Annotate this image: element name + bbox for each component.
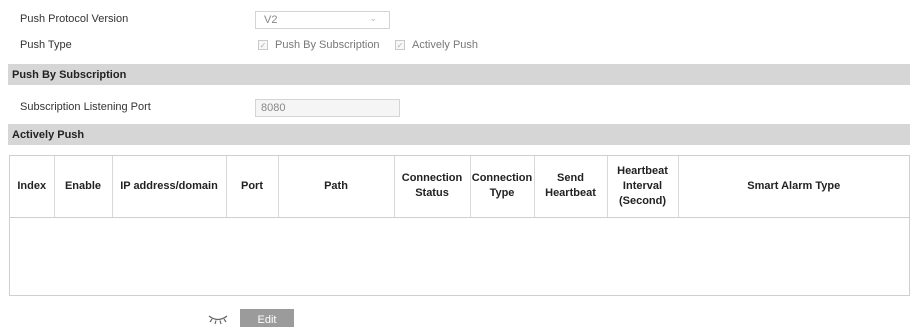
actively-push-section-header: Actively Push (8, 124, 910, 145)
column-header-connection-status: Connection Status (394, 156, 471, 218)
eye-closed-icon[interactable] (207, 312, 229, 326)
push-type-label: Push Type (20, 39, 72, 51)
push-protocol-version-row: Push Protocol Version V2 ⌄ (0, 8, 916, 30)
column-header-send-heartbeat: Send Heartbeat (534, 156, 608, 218)
actively-push-table: Index Enable IP address/domain Port Path… (9, 155, 910, 296)
subscription-listening-port-row: Subscription Listening Port 8080 (0, 96, 916, 118)
table-header-row: Index Enable IP address/domain Port Path… (10, 156, 909, 218)
column-header-index: Index (10, 156, 55, 218)
column-header-connection-type: Connection Type (470, 156, 535, 218)
column-header-path: Path (278, 156, 395, 218)
column-header-enable: Enable (54, 156, 113, 218)
push-by-subscription-section-header: Push By Subscription (8, 64, 910, 85)
edit-button[interactable]: Edit (240, 309, 294, 327)
column-header-heartbeat-interval: Heartbeat Interval (Second) (607, 156, 679, 218)
chevron-down-icon: ⌄ (369, 13, 377, 23)
push-by-subscription-checkbox[interactable]: ✓ Push By Subscription (258, 39, 380, 51)
push-protocol-version-select[interactable]: V2 ⌄ (255, 11, 390, 29)
subscription-listening-port-label: Subscription Listening Port (20, 101, 151, 113)
actively-push-option-label: Actively Push (412, 39, 479, 51)
push-protocol-version-label: Push Protocol Version (20, 13, 129, 25)
push-by-subscription-option-label: Push By Subscription (275, 39, 380, 51)
actively-push-checkbox[interactable]: ✓ Actively Push (395, 39, 478, 51)
push-protocol-version-value: V2 (264, 14, 278, 26)
subscription-listening-port-input[interactable]: 8080 (255, 99, 400, 117)
checkbox-icon: ✓ (395, 40, 405, 50)
column-header-smart-alarm-type: Smart Alarm Type (678, 156, 909, 218)
column-header-port: Port (226, 156, 279, 218)
checkbox-icon: ✓ (258, 40, 268, 50)
column-header-ip-address: IP address/domain (112, 156, 227, 218)
push-type-row: Push Type ✓ Push By Subscription ✓ Activ… (0, 34, 916, 56)
